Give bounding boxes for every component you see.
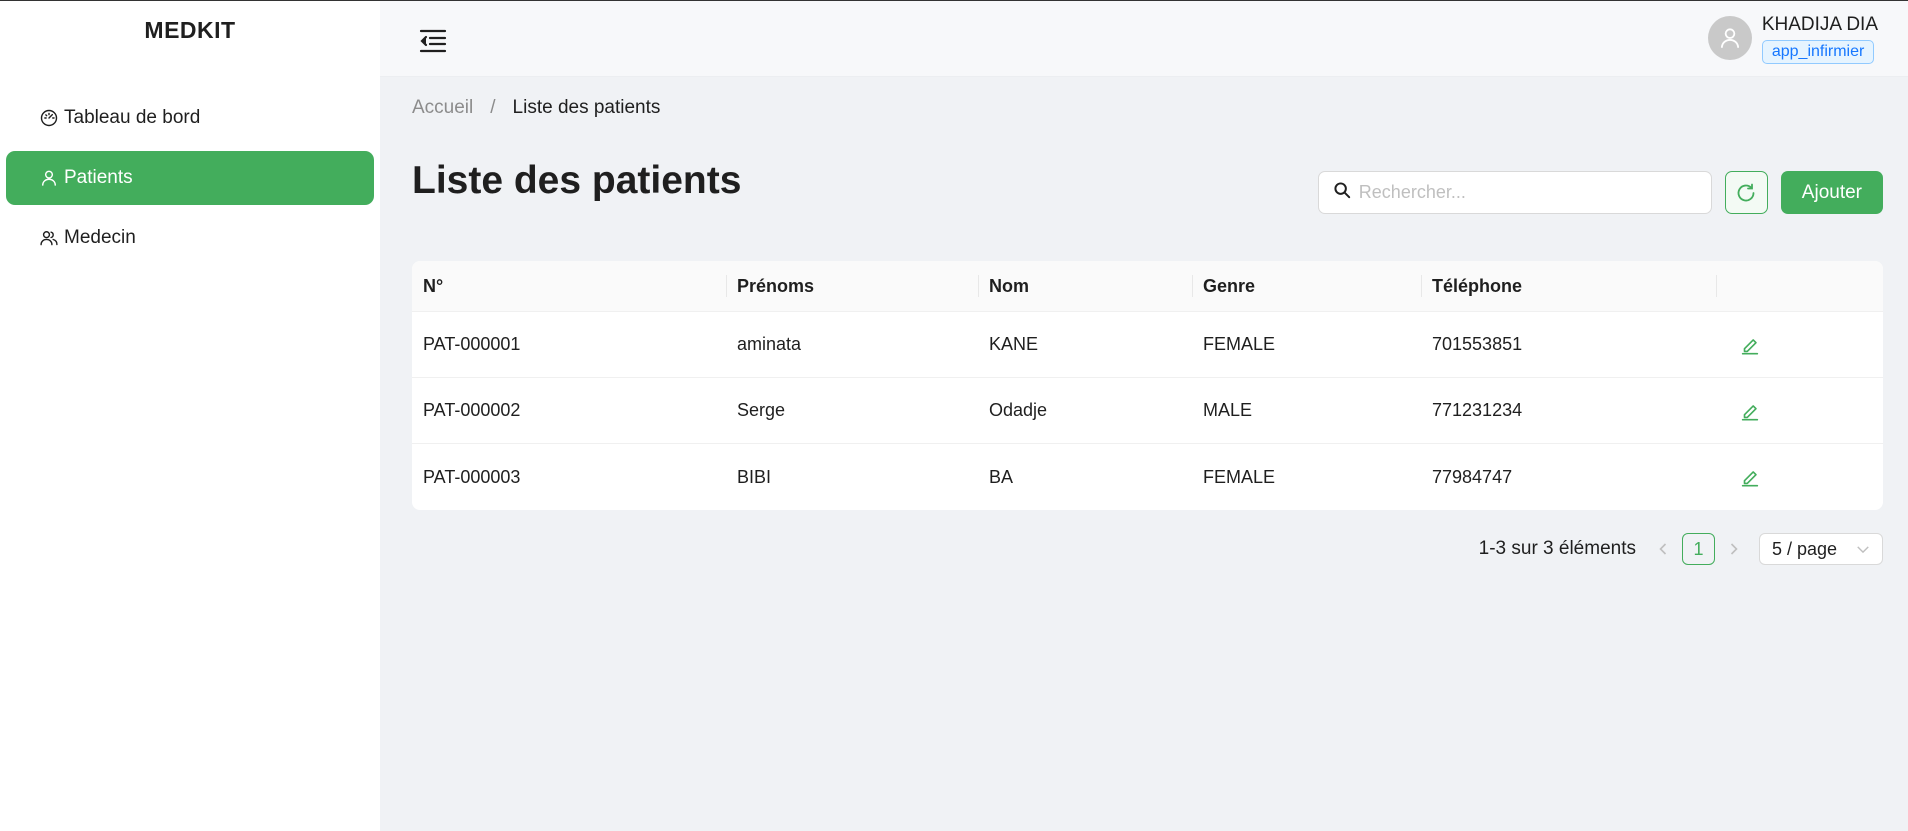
table-row[interactable]: PAT-000001 aminata KANE FEMALE 701553851 bbox=[412, 312, 1883, 378]
cell-nom: BA bbox=[989, 466, 1014, 487]
table-header: N° Prénoms Nom Genre Téléphone bbox=[412, 261, 1883, 312]
sidebar: MEDKIT Tableau de bord Patients Medecin bbox=[0, 1, 380, 831]
sidebar-item-label: Medecin bbox=[64, 227, 136, 248]
cell-telephone: 77984747 bbox=[1432, 466, 1513, 487]
table-row[interactable]: PAT-000002 Serge Odadje MALE 771231234 bbox=[412, 378, 1883, 444]
add-button[interactable]: Ajouter bbox=[1780, 171, 1883, 214]
search-icon bbox=[1333, 181, 1351, 204]
breadcrumb-home-link[interactable]: Accueil bbox=[412, 97, 473, 119]
cell-prenoms: BIBI bbox=[737, 466, 772, 487]
chevron-down-icon bbox=[1857, 545, 1869, 553]
column-header-genre[interactable]: Genre bbox=[1192, 261, 1421, 311]
main-content: Accueil / Liste des patients Liste des p… bbox=[380, 77, 1908, 831]
breadcrumb-separator: / bbox=[490, 97, 496, 118]
pagination: 1-3 sur 3 éléments 1 5 / page bbox=[1479, 533, 1883, 565]
search-input[interactable] bbox=[1358, 182, 1699, 203]
page-size-select[interactable]: 5 / page bbox=[1759, 533, 1883, 565]
refresh-button[interactable] bbox=[1724, 171, 1768, 214]
cell-id: PAT-000002 bbox=[423, 400, 521, 420]
column-header-actions bbox=[1716, 261, 1883, 311]
column-header-prenoms[interactable]: Prénoms bbox=[726, 261, 978, 311]
edit-icon[interactable] bbox=[1737, 332, 1763, 358]
chevron-right-icon bbox=[1730, 543, 1738, 555]
prev-page-button[interactable] bbox=[1652, 534, 1674, 564]
patients-table: N° Prénoms Nom Genre Téléphone PAT-00000… bbox=[412, 261, 1883, 510]
page-title: Liste des patients bbox=[412, 159, 742, 202]
toolbar: Ajouter bbox=[1317, 171, 1883, 214]
edit-icon[interactable] bbox=[1737, 398, 1763, 424]
chevron-left-icon bbox=[1659, 543, 1667, 555]
user-name: KHADIJA DIA bbox=[1761, 14, 1878, 35]
sidebar-item-medecin[interactable]: Medecin bbox=[6, 211, 374, 265]
user-icon bbox=[38, 167, 60, 189]
cell-genre: FEMALE bbox=[1203, 466, 1276, 487]
column-header-nom[interactable]: Nom bbox=[978, 261, 1192, 311]
next-page-button[interactable] bbox=[1723, 534, 1745, 564]
pagination-total: 1-3 sur 3 éléments bbox=[1478, 538, 1636, 559]
cell-telephone: 701553851 bbox=[1432, 334, 1523, 354]
cell-nom: KANE bbox=[989, 334, 1039, 354]
top-header: KHADIJA DIA app_infirmier bbox=[380, 1, 1908, 77]
column-header-id[interactable]: N° bbox=[412, 261, 726, 311]
sidebar-menu: Tableau de bord Patients Medecin bbox=[0, 91, 380, 265]
cell-prenoms: aminata bbox=[737, 334, 802, 354]
sidebar-item-label: Tableau de bord bbox=[64, 107, 201, 128]
cell-id: PAT-000003 bbox=[423, 466, 521, 487]
cell-actions bbox=[1716, 312, 1883, 377]
page-number-current[interactable]: 1 bbox=[1682, 533, 1715, 565]
cell-telephone: 771231234 bbox=[1432, 400, 1523, 420]
cell-id: PAT-000001 bbox=[423, 334, 521, 354]
role-badge: app_infirmier bbox=[1761, 40, 1875, 64]
cell-genre: MALE bbox=[1203, 400, 1253, 420]
edit-icon[interactable] bbox=[1737, 464, 1763, 490]
menu-fold-icon[interactable] bbox=[416, 25, 450, 55]
cell-nom: Odadje bbox=[989, 400, 1048, 420]
table-row[interactable]: PAT-000003 BIBI BA FEMALE 77984747 bbox=[412, 444, 1883, 510]
cell-actions bbox=[1716, 378, 1883, 443]
breadcrumb-current: Liste des patients bbox=[512, 97, 661, 118]
breadcrumb: Accueil / Liste des patients bbox=[412, 97, 660, 119]
sidebar-item-patients[interactable]: Patients bbox=[6, 151, 374, 205]
user-profile[interactable]: KHADIJA DIA app_infirmier bbox=[1707, 14, 1878, 68]
column-header-telephone[interactable]: Téléphone bbox=[1421, 261, 1716, 311]
cell-actions bbox=[1716, 444, 1883, 510]
page-size-value: 5 / page bbox=[1772, 538, 1838, 559]
team-icon bbox=[38, 227, 60, 249]
cell-prenoms: Serge bbox=[737, 400, 786, 420]
reload-icon bbox=[1737, 183, 1755, 201]
search-box[interactable] bbox=[1317, 171, 1712, 214]
sidebar-item-label: Patients bbox=[64, 167, 133, 188]
user-avatar-icon bbox=[1707, 16, 1752, 60]
cell-genre: FEMALE bbox=[1203, 334, 1276, 354]
sidebar-item-tableau-de-bord[interactable]: Tableau de bord bbox=[6, 91, 374, 145]
dashboard-icon bbox=[38, 107, 60, 129]
brand-logo: MEDKIT bbox=[144, 16, 236, 43]
